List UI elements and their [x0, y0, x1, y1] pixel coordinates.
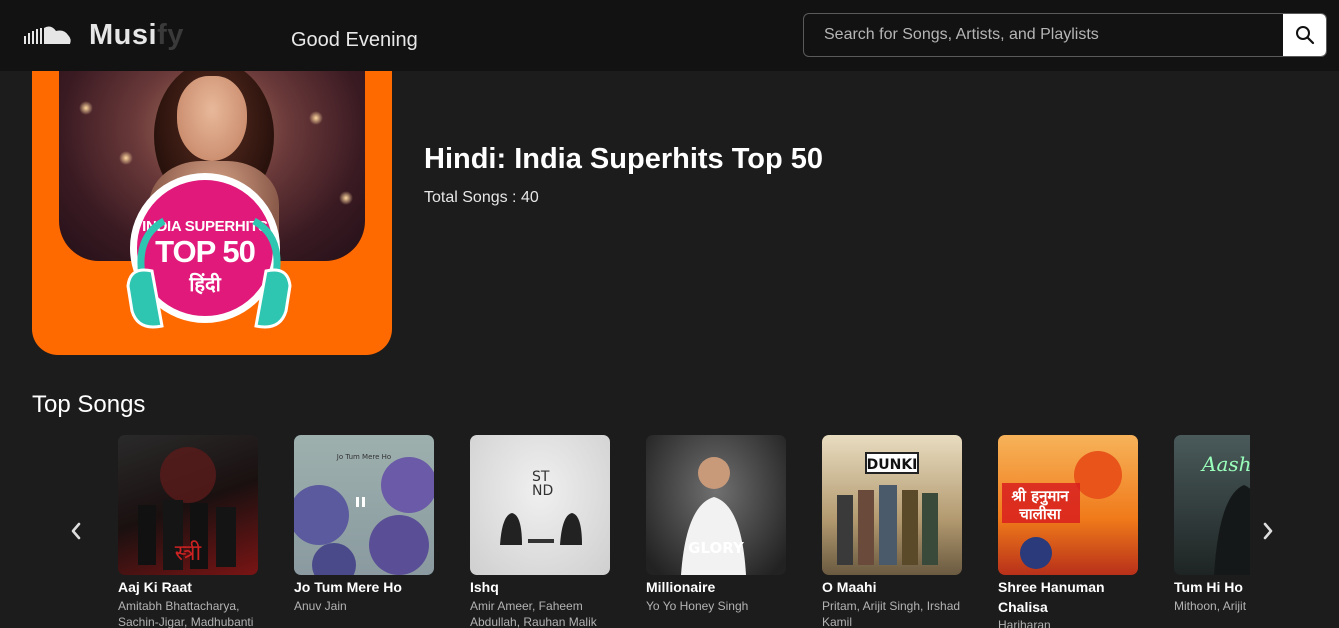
song-artist: Pritam, Arijit Singh, Irshad Kamil: [822, 599, 961, 628]
search-icon: [1295, 26, 1314, 45]
svg-text:चालीसा: चालीसा: [1018, 505, 1062, 523]
song-artist: Mithoon, Arijit Singh: [1174, 599, 1250, 613]
logo-text-secondary: fy: [157, 19, 184, 51]
logo-text-primary: Musi: [89, 19, 158, 51]
song-card[interactable]: स्त्री Aaj Ki Raat Amitabh Bhattacharya,…: [118, 435, 274, 628]
search-button[interactable]: [1283, 14, 1326, 56]
song-title: Jo Tum Mere Ho: [294, 579, 402, 595]
playlist-title: Hindi: India Superhits Top 50: [424, 143, 824, 175]
song-artist: Hariharan: [998, 618, 1051, 628]
top-navbar: Musify Good Evening: [0, 0, 1339, 71]
song-title: Shree Hanuman Chalisa: [998, 579, 1105, 615]
song-cover-art: Aashiqui: [1174, 435, 1250, 575]
svg-text:ND: ND: [532, 483, 553, 499]
search-bar: [803, 13, 1327, 57]
total-songs-text: Total Songs : 40: [424, 189, 539, 206]
carousel-prev-button[interactable]: [64, 516, 88, 546]
search-input[interactable]: [804, 14, 1284, 56]
svg-text:स्त्री: स्त्री: [175, 540, 202, 566]
song-card[interactable]: ST ND Ishq Amir Ameer, Faheem Abdullah, …: [470, 435, 626, 628]
song-artist: Amir Ameer, Faheem Abdullah, Rauhan Mali…: [470, 599, 597, 628]
playlist-cover-image: INDIA SUPERHITS TOP 50 हिंदी: [32, 71, 392, 355]
svg-text:DUNKI: DUNKI: [867, 457, 918, 473]
song-title: Aaj Ki Raat: [118, 579, 192, 595]
top-songs-heading: Top Songs: [32, 391, 146, 418]
song-card[interactable]: श्री हनुमान चालीसा Shree Hanuman Chalisa…: [998, 435, 1154, 628]
song-title: Ishq: [470, 579, 499, 595]
song-title: O Maahi: [822, 579, 877, 595]
song-card[interactable]: DUNKI O Maahi Pritam, Arijit Singh, Irsh…: [822, 435, 978, 628]
song-artist: Anuv Jain: [294, 599, 347, 613]
chevron-left-icon: [71, 522, 81, 540]
song-cover-art: स्त्री: [118, 435, 258, 575]
greeting-text: Good Evening: [291, 29, 418, 51]
svg-text:श्री हनुमान: श्री हनुमान: [1010, 487, 1069, 506]
headphone-graphic: [126, 217, 292, 329]
song-cover-art: Jo Tum Mere Ho: [294, 435, 434, 575]
song-cover-art: DUNKI: [822, 435, 962, 575]
svg-text:Jo Tum Mere Ho: Jo Tum Mere Ho: [336, 453, 391, 461]
song-title: Tum Hi Ho: [1174, 579, 1243, 595]
song-title: Millionaire: [646, 579, 716, 595]
svg-text:Aashiqui: Aashiqui: [1200, 452, 1250, 476]
song-card[interactable]: Jo Tum Mere Ho Jo Tum Mere Ho Anuv Jain: [294, 435, 450, 628]
song-artist: Yo Yo Honey Singh: [646, 599, 749, 613]
song-card[interactable]: GLORY Millionaire Yo Yo Honey Singh: [646, 435, 802, 628]
svg-text:GLORY: GLORY: [688, 539, 745, 557]
song-cover-art: ST ND: [470, 435, 610, 575]
song-cover-art: श्री हनुमान चालीसा: [998, 435, 1138, 575]
song-artist: Amitabh Bhattacharya, Sachin-Jigar, Madh…: [118, 599, 254, 628]
song-cover-art: GLORY: [646, 435, 786, 575]
song-card[interactable]: Aashiqui Tum Hi Ho Mithoon, Arijit Singh: [1174, 435, 1250, 628]
chevron-right-icon: [1263, 522, 1273, 540]
app-logo[interactable]: Musify: [89, 19, 184, 52]
soundcloud-logo-icon[interactable]: [24, 24, 72, 48]
top-songs-carousel: स्त्री Aaj Ki Raat Amitabh Bhattacharya,…: [118, 435, 1250, 628]
carousel-next-button[interactable]: [1256, 516, 1280, 546]
